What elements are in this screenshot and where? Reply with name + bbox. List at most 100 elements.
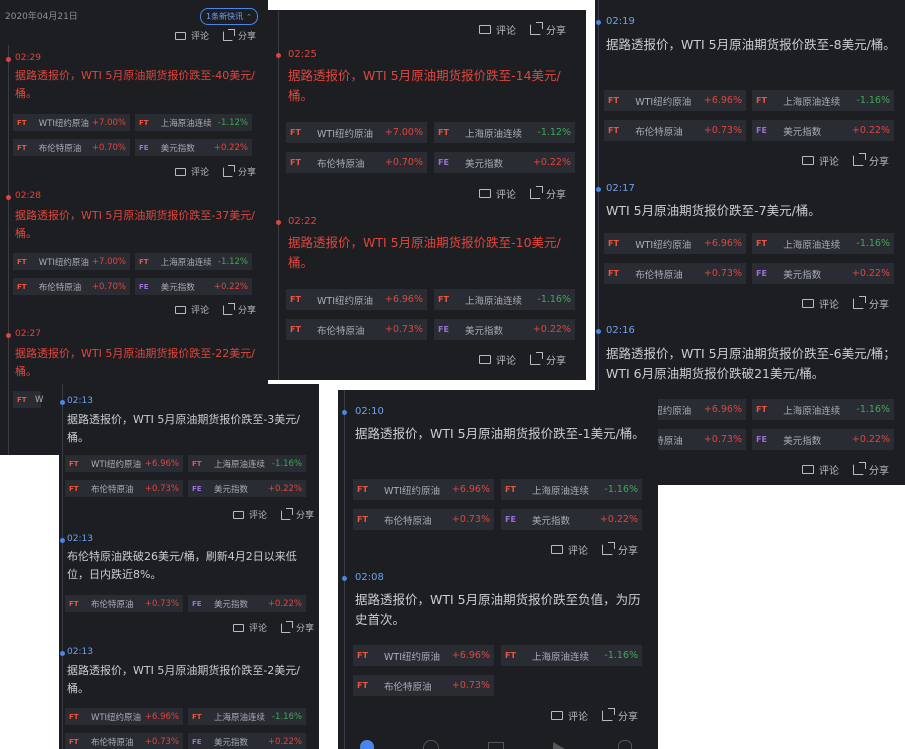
comment-button[interactable]: 评论 <box>802 296 839 311</box>
ft-icon: FT <box>438 295 449 304</box>
comment-button[interactable]: 评论 <box>175 29 209 42</box>
nav-video-icon[interactable] <box>553 742 565 749</box>
quote-tag[interactable]: FTWTI纽约原油+6.96% <box>604 233 746 254</box>
quote-tag[interactable]: FT WTI纽约原油 +7.00% <box>286 122 427 143</box>
share-button[interactable]: 分享 <box>853 462 889 477</box>
news-headline[interactable]: 据路透报价，WTI 5月原油期货报价跌至-6美元/桶；WTI 6月原油期货报价跌… <box>606 344 896 384</box>
quote-tag[interactable]: FT 上海原油连续 -1.12% <box>135 114 252 131</box>
quote-tag[interactable]: FT 布伦特原油 +0.70% <box>13 278 130 295</box>
share-button[interactable]: 分享 <box>223 164 256 178</box>
comment-button[interactable]: 评论 <box>479 186 516 201</box>
share-button[interactable]: 分享 <box>530 186 566 201</box>
comment-button[interactable]: 评论 <box>479 352 516 367</box>
share-button[interactable]: 分享 <box>281 620 314 634</box>
quote-tag[interactable]: FTWTI纽约原油+6.96% <box>604 90 746 111</box>
quote-tag[interactable]: FE 美元指数 +0.22% <box>188 733 306 749</box>
quote-tag[interactable]: FT 上海原油连续 -1.16% <box>752 399 894 420</box>
quote-tag[interactable]: FT 布伦特原油 +0.73% <box>65 733 183 749</box>
share-button[interactable]: 分享 <box>281 507 314 521</box>
quote-tag[interactable]: FE 美元指数 +0.22% <box>188 595 306 612</box>
quote-tag[interactable]: FE 美元指数 +0.22% <box>188 480 306 497</box>
ft-icon: FT <box>505 651 516 660</box>
share-button[interactable]: 分享 <box>223 302 256 316</box>
quote-tag[interactable]: FT 布伦特原油 +0.73% <box>65 480 183 497</box>
quote-tag[interactable]: FT 上海原油连续 -1.16% <box>752 233 894 254</box>
share-button[interactable]: 分享 <box>853 296 889 311</box>
news-actions: 评论 分享 <box>233 507 314 521</box>
nav-discover-icon[interactable] <box>423 740 439 749</box>
comment-button[interactable]: 评论 <box>175 165 209 178</box>
nav-home-icon[interactable] <box>360 740 374 749</box>
news-headline[interactable]: 据路透报价，WTI 5月原油期货报价跌至-37美元/桶。 <box>15 207 255 242</box>
quote-name: 美元指数 <box>532 515 571 527</box>
ft-icon: FT <box>756 405 767 414</box>
share-button[interactable]: 分享 <box>530 22 566 37</box>
quote-tag[interactable]: FTWTI纽约原油+6.96% <box>353 645 494 666</box>
quote-tag[interactable]: FT 布伦特原油 +0.73% <box>604 120 746 141</box>
quote-change: +6.96% <box>451 650 490 661</box>
quote-tag[interactable]: FE 美元指数 +0.22% <box>501 509 642 530</box>
share-button[interactable]: 分享 <box>530 352 566 367</box>
comment-button[interactable]: 评论 <box>233 508 267 521</box>
quote-tag[interactable]: FE 美元指数 +0.22% <box>752 263 894 284</box>
news-headline[interactable]: 据路透报价，WTI 5月原油期货报价跌至-40美元/桶。 <box>15 67 255 102</box>
quote-tag[interactable]: FT 上海原油连续 -1.16% <box>501 479 642 500</box>
new-alert-badge[interactable]: 1条新快讯 ⌃ <box>200 8 258 25</box>
news-headline[interactable]: 据路透报价，WTI 5月原油期货报价跌至-10美元/桶。 <box>288 233 573 273</box>
quote-tag[interactable]: FTWTI纽约原油+6.96% <box>65 455 183 472</box>
quote-change: +6.96% <box>703 95 742 106</box>
news-headline[interactable]: 据路透报价，WTI 5月原油期货报价跌至-22美元/桶。 <box>15 345 255 380</box>
quote-tag[interactable]: FE 美元指数 +0.22% <box>434 319 575 340</box>
news-headline[interactable]: WTI 5月原油期货报价跌至-7美元/桶。 <box>606 201 896 221</box>
comment-button[interactable]: 评论 <box>802 462 839 477</box>
news-headline[interactable]: 据路透报价，WTI 5月原油期货报价跌至-14美元/桶。 <box>288 66 573 106</box>
quote-tag[interactable]: FT 布伦特原油 +0.73% <box>286 319 427 340</box>
nav-news-icon[interactable] <box>488 742 504 749</box>
share-button[interactable]: 分享 <box>223 28 256 42</box>
quote-tag[interactable]: FE 美元指数 +0.22% <box>135 139 252 156</box>
quote-tag[interactable]: FT 布伦特原油 +0.73% <box>65 595 183 612</box>
quote-tag[interactable]: FT 布伦特原油 +0.73% <box>353 509 494 530</box>
news-headline[interactable]: 据路透报价，WTI 5月原油期货报价跌至-1美元/桶。 <box>355 424 645 444</box>
quote-tag[interactable]: FE 美元指数 +0.22% <box>434 152 575 173</box>
quote-tag[interactable]: FT 上海原油连续 -1.16% <box>501 645 642 666</box>
comment-button[interactable]: 评论 <box>479 22 516 37</box>
comment-button[interactable]: 评论 <box>175 303 209 316</box>
quote-tag[interactable]: FT W <box>13 391 43 408</box>
nav-profile-icon[interactable] <box>618 740 632 749</box>
quote-tag[interactable]: FT WTI纽约原油 +7.00% <box>13 114 130 131</box>
quote-tag[interactable]: FT 上海原油连续 -1.16% <box>188 455 306 472</box>
news-headline[interactable]: 布伦特原油跌破26美元/桶，刷新4月2日以来低位，日内跌近8%。 <box>67 548 315 583</box>
share-button[interactable]: 分享 <box>602 708 638 723</box>
news-headline[interactable]: 据路透报价，WTI 5月原油期货报价跌至-2美元/桶。 <box>67 662 315 697</box>
quote-tag[interactable]: FT 上海原油连续 -1.16% <box>188 708 306 725</box>
comment-button[interactable]: 评论 <box>233 621 267 634</box>
share-button[interactable]: 分享 <box>853 153 889 168</box>
comment-button[interactable]: 评论 <box>802 153 839 168</box>
timeline-line <box>62 384 63 749</box>
news-headline[interactable]: 据路透报价，WTI 5月原油期货报价跌至负值，为历史首次。 <box>355 590 645 630</box>
timeline-dot <box>342 576 347 581</box>
quote-tag[interactable]: FT WTI纽约原油 +7.00% <box>13 253 130 270</box>
quote-tag[interactable]: FT 上海原油连续 -1.16% <box>752 90 894 111</box>
quote-tag[interactable]: FT 布伦特原油 +0.73% <box>353 675 494 696</box>
quote-tag[interactable]: FE 美元指数 +0.22% <box>752 429 894 450</box>
quote-change: +6.96% <box>144 458 179 469</box>
news-headline[interactable]: 据路透报价，WTI 5月原油期货报价跌至-8美元/桶。 <box>606 35 896 55</box>
news-headline[interactable]: 据路透报价，WTI 5月原油期货报价跌至-3美元/桶。 <box>67 411 315 446</box>
share-button[interactable]: 分享 <box>602 542 638 557</box>
quote-tag[interactable]: FT 布伦特原油 +0.70% <box>13 139 130 156</box>
quote-tag[interactable]: FE 美元指数 +0.22% <box>135 278 252 295</box>
quote-tag[interactable]: FT 上海原油连续 -1.12% <box>135 253 252 270</box>
quote-name: 上海原油连续 <box>465 128 523 140</box>
quote-tag[interactable]: FTWTI纽约原油+6.96% <box>286 289 427 310</box>
quote-tag[interactable]: FT 上海原油连续 -1.12% <box>434 122 575 143</box>
quote-tag[interactable]: FTWTI纽约原油+6.96% <box>65 708 183 725</box>
quote-tag[interactable]: FE 美元指数 +0.22% <box>752 120 894 141</box>
quote-tag[interactable]: FTWTI纽约原油+6.96% <box>353 479 494 500</box>
comment-button[interactable]: 评论 <box>551 708 588 723</box>
quote-tag[interactable]: FT 布伦特原油 +0.70% <box>286 152 427 173</box>
quote-tag[interactable]: FT 布伦特原油 +0.73% <box>604 263 746 284</box>
comment-button[interactable]: 评论 <box>551 542 588 557</box>
quote-tag[interactable]: FT 上海原油连续 -1.16% <box>434 289 575 310</box>
